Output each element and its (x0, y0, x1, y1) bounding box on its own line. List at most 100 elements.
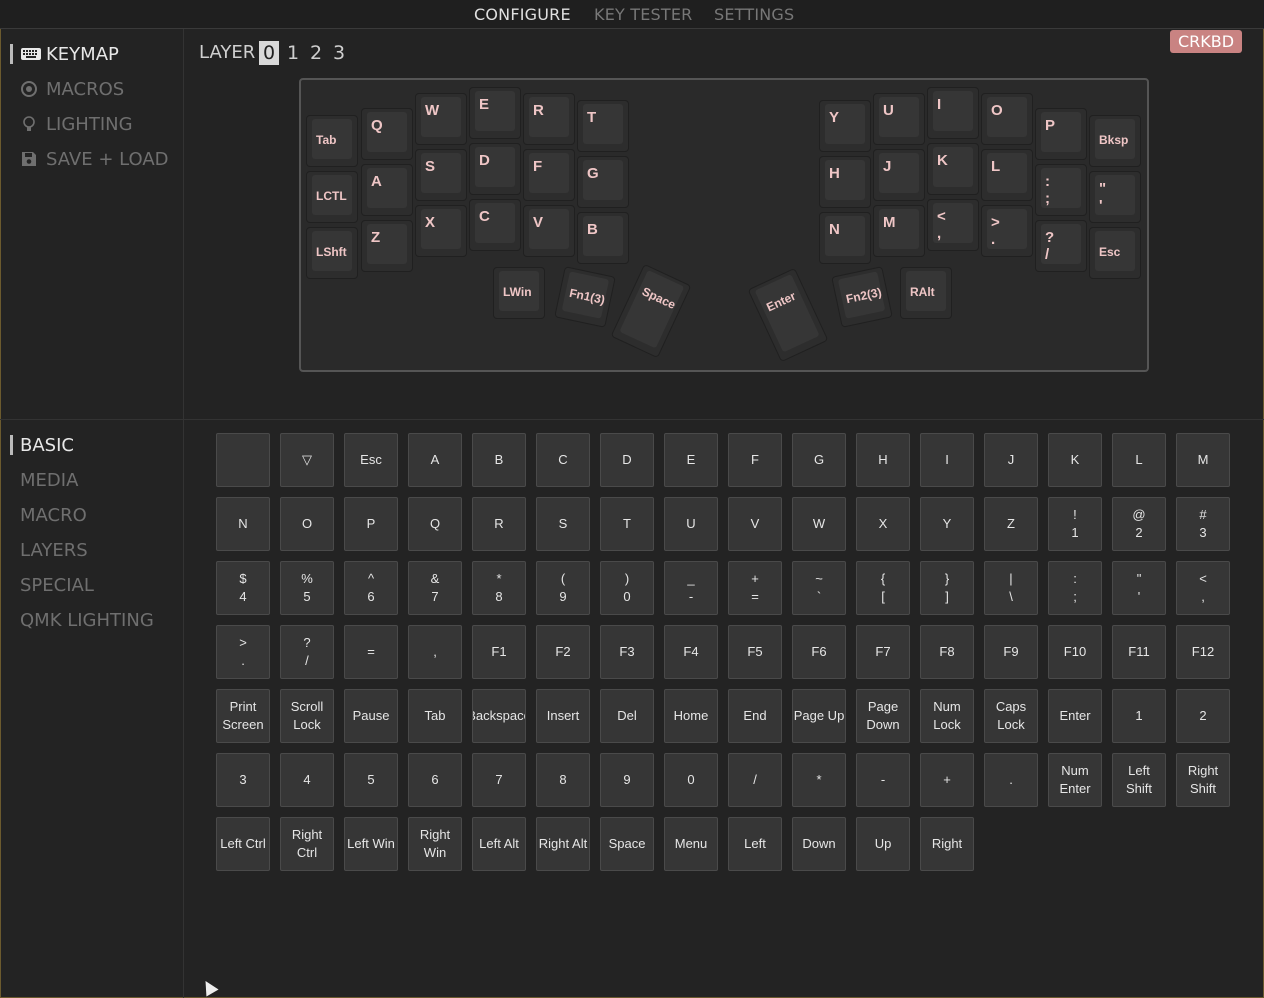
palette-key[interactable]: | \ (984, 561, 1038, 615)
palette-key[interactable]: X (856, 497, 910, 551)
palette-key[interactable]: F1 (472, 625, 526, 679)
palette-key[interactable]: 1 (1112, 689, 1166, 743)
sidebar-item-special[interactable]: SPECIAL (20, 573, 94, 597)
palette-key[interactable]: Space (600, 817, 654, 871)
key-left-r2c3[interactable]: C (470, 200, 520, 250)
palette-key[interactable]: @ 2 (1112, 497, 1166, 551)
palette-key[interactable]: Z (984, 497, 1038, 551)
palette-key[interactable]: Esc (344, 433, 398, 487)
key-right-r1c4[interactable]: : ; (1036, 165, 1086, 215)
layer-option-1[interactable]: 1 (283, 41, 303, 65)
key-left-r2c1[interactable]: Z (362, 221, 412, 271)
palette-key[interactable]: F5 (728, 625, 782, 679)
palette-key[interactable]: W (792, 497, 846, 551)
palette-key[interactable]: 4 (280, 753, 334, 807)
palette-key[interactable]: 9 (600, 753, 654, 807)
thumb-right-1[interactable]: Fn2(3) (832, 267, 892, 327)
palette-key[interactable]: - (856, 753, 910, 807)
palette-key[interactable]: Left (728, 817, 782, 871)
palette-key[interactable]: Right Win (408, 817, 462, 871)
tab-settings[interactable]: SETTINGS (714, 5, 794, 24)
thumb-left-0[interactable]: LWin (494, 268, 544, 318)
palette-key[interactable]: J (984, 433, 1038, 487)
key-left-r0c5[interactable]: T (578, 101, 628, 151)
palette-key[interactable]: U (664, 497, 718, 551)
palette-key[interactable]: ? / (280, 625, 334, 679)
palette-key[interactable]: Home (664, 689, 718, 743)
key-left-r1c0[interactable]: LCTL (307, 172, 357, 222)
key-left-r1c4[interactable]: F (524, 150, 574, 200)
palette-key[interactable]: " ' (1112, 561, 1166, 615)
palette-key[interactable]: ) 0 (600, 561, 654, 615)
palette-key[interactable]: { [ (856, 561, 910, 615)
palette-key[interactable]: * (792, 753, 846, 807)
palette-key[interactable]: F (728, 433, 782, 487)
sidebar-item-layers[interactable]: LAYERS (20, 538, 88, 562)
palette-key[interactable]: + (920, 753, 974, 807)
key-right-r0c1[interactable]: U (874, 94, 924, 144)
layer-option-2[interactable]: 2 (306, 41, 326, 65)
tab-configure[interactable]: CONFIGURE (474, 5, 571, 24)
palette-key[interactable]: O (280, 497, 334, 551)
palette-key[interactable]: Left Shift (1112, 753, 1166, 807)
palette-key[interactable]: V (728, 497, 782, 551)
thumb-right-0[interactable]: Enter (748, 269, 828, 361)
palette-key[interactable]: A (408, 433, 462, 487)
key-right-r1c5[interactable]: " ' (1090, 172, 1140, 222)
palette-key[interactable]: F10 (1048, 625, 1102, 679)
palette-key[interactable]: Backspace (472, 689, 526, 743)
palette-key[interactable]: Right Alt (536, 817, 590, 871)
palette-key[interactable]: F4 (664, 625, 718, 679)
sidebar-item-qmk-lighting[interactable]: QMK LIGHTING (20, 608, 154, 632)
palette-key[interactable]: R (472, 497, 526, 551)
key-left-r1c5[interactable]: G (578, 157, 628, 207)
palette-key[interactable]: ~ ` (792, 561, 846, 615)
key-left-r2c2[interactable]: X (416, 206, 466, 256)
palette-key[interactable]: 3 (216, 753, 270, 807)
sidebar-item-macro[interactable]: MACRO (20, 503, 87, 527)
sidebar-item-media[interactable]: MEDIA (20, 468, 78, 492)
palette-key[interactable]: = (344, 625, 398, 679)
palette-key[interactable]: F8 (920, 625, 974, 679)
palette-key[interactable]: } ] (920, 561, 974, 615)
palette-key[interactable]: Y (920, 497, 974, 551)
palette-key[interactable]: Menu (664, 817, 718, 871)
palette-key[interactable]: B (472, 433, 526, 487)
palette-key[interactable]: S (536, 497, 590, 551)
palette-key[interactable]: 2 (1176, 689, 1230, 743)
palette-key[interactable]: , (408, 625, 462, 679)
palette-key[interactable]: Right Ctrl (280, 817, 334, 871)
key-left-r1c1[interactable]: A (362, 165, 412, 215)
palette-key[interactable]: ( 9 (536, 561, 590, 615)
sidebar-item-macros[interactable]: MACROS (20, 77, 124, 101)
palette-key[interactable]: L (1112, 433, 1166, 487)
palette-key[interactable]: F6 (792, 625, 846, 679)
layer-option-0[interactable]: 0 (259, 41, 279, 65)
key-right-r0c4[interactable]: P (1036, 109, 1086, 159)
key-left-r0c0[interactable]: Tab (307, 116, 357, 166)
palette-key[interactable]: Left Win (344, 817, 398, 871)
thumb-left-2[interactable]: Space (611, 265, 691, 357)
palette-key[interactable]: % 5 (280, 561, 334, 615)
palette-key[interactable]: F11 (1112, 625, 1166, 679)
palette-key[interactable]: M (1176, 433, 1230, 487)
palette-key[interactable]: : ; (1048, 561, 1102, 615)
key-right-r2c4[interactable]: ? / (1036, 221, 1086, 271)
palette-key[interactable]: F7 (856, 625, 910, 679)
sidebar-item-lighting[interactable]: LIGHTING (20, 112, 133, 136)
key-right-r1c2[interactable]: K (928, 144, 978, 194)
palette-key[interactable] (216, 433, 270, 487)
palette-key[interactable]: G (792, 433, 846, 487)
palette-key[interactable]: Left Alt (472, 817, 526, 871)
palette-key[interactable]: H (856, 433, 910, 487)
palette-key[interactable]: & 7 (408, 561, 462, 615)
palette-key[interactable]: > . (216, 625, 270, 679)
key-right-r2c5[interactable]: Esc (1090, 228, 1140, 278)
key-left-r1c2[interactable]: S (416, 150, 466, 200)
key-left-r2c5[interactable]: B (578, 213, 628, 263)
palette-key[interactable]: C (536, 433, 590, 487)
palette-key[interactable]: ! 1 (1048, 497, 1102, 551)
key-right-r0c3[interactable]: O (982, 94, 1032, 144)
palette-key[interactable]: Page Down (856, 689, 910, 743)
key-left-r0c2[interactable]: W (416, 94, 466, 144)
